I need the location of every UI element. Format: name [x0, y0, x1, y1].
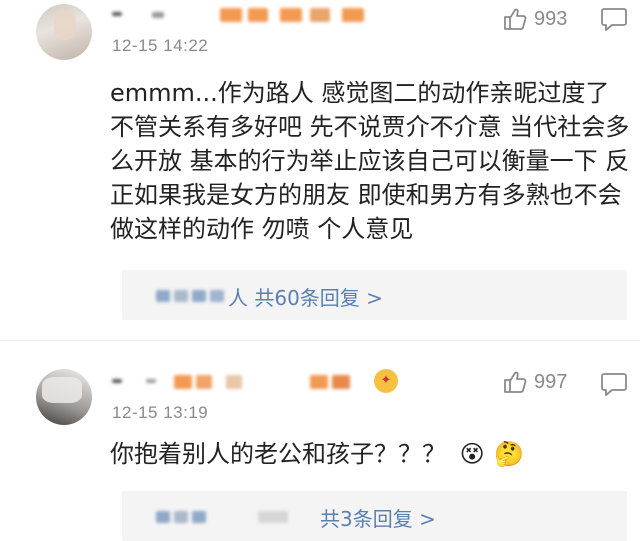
reply-bubble-icon[interactable] — [600, 6, 628, 32]
verified-badge-icon: ✦ — [374, 369, 398, 393]
thinking-emoji-icon: 🤔 — [494, 440, 525, 468]
comment-time: 12-15 14:22 — [112, 36, 209, 55]
like-count: 993 — [534, 7, 568, 30]
view-replies-link[interactable]: 共3条回复 > — [320, 503, 436, 532]
comment-text: emmm...作为路人 感觉图二的动作亲昵过度了 不管关系有多好吧 先不说贾介不… — [110, 79, 630, 243]
replies-box[interactable]: 人 共60条回复 > — [122, 270, 627, 320]
like-button[interactable]: 993 — [502, 6, 567, 32]
comment: ✦ 12-15 13:19 997 你抱着别人的老公和孩子？？？ 😵 🤔 共3条… — [0, 340, 640, 541]
reply-user-blurred — [156, 290, 170, 302]
avatar[interactable] — [36, 4, 92, 60]
username-blurred[interactable] — [110, 8, 370, 24]
reply-bubble-icon[interactable] — [600, 371, 628, 397]
comment-text-content: 你抱着别人的老公和孩子？？？ — [110, 440, 446, 468]
reply-user-blurred — [156, 511, 170, 523]
like-count: 997 — [534, 370, 568, 393]
avatar[interactable] — [36, 369, 92, 425]
like-button[interactable]: 997 — [502, 369, 567, 395]
view-replies-link[interactable]: 人 共60条回复 > — [228, 282, 383, 311]
thumbs-up-icon — [504, 8, 527, 30]
comment-text: 你抱着别人的老公和孩子？？？ 😵 🤔 — [110, 437, 630, 471]
thumbs-up-icon — [504, 371, 527, 393]
dizzy-emoji-icon: 😵 — [459, 440, 485, 468]
username-blurred[interactable] — [110, 375, 410, 391]
comment-time: 12-15 13:19 — [112, 403, 209, 422]
replies-box[interactable]: 共3条回复 > — [122, 491, 627, 541]
comment: 12-15 14:22 993 emmm...作为路人 感觉图二的动作亲昵过度了… — [0, 0, 640, 340]
